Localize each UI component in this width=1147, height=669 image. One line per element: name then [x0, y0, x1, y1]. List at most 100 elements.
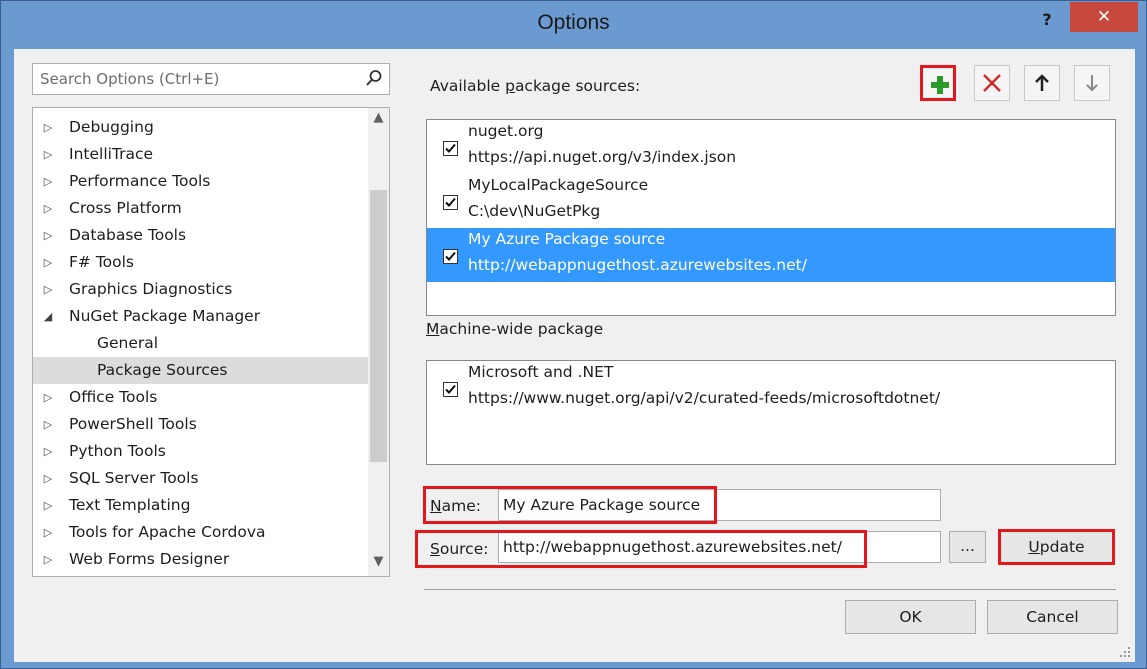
tree-item-label: Office Tools — [69, 388, 158, 406]
machine-wide-label: Machine-wide package — [426, 320, 604, 338]
expand-arrow-icon[interactable]: ▷ — [41, 465, 55, 492]
expand-arrow-icon[interactable]: ▷ — [41, 114, 55, 141]
tree-item-label: Package Sources — [97, 361, 228, 379]
tree-item[interactable]: ▷ Office Tools — [33, 384, 368, 411]
search-icon[interactable] — [365, 69, 383, 89]
title-bar[interactable]: Options ? ✕ — [1, 1, 1146, 50]
name-label: Name: — [430, 497, 481, 515]
expand-arrow-icon[interactable]: ▷ — [41, 519, 55, 546]
tree-item[interactable]: General — [33, 330, 368, 357]
source-url: http://webappnugethost.azurewebsites.net… — [468, 256, 807, 274]
source-checkbox[interactable] — [443, 382, 458, 397]
expand-arrow-icon[interactable]: ▷ — [41, 546, 55, 573]
tree-item[interactable]: ▷ F# Tools — [33, 249, 368, 276]
scroll-down-icon[interactable]: ▼ — [368, 554, 389, 574]
expand-arrow-icon[interactable]: ▷ — [41, 168, 55, 195]
update-button[interactable]: Update — [998, 529, 1115, 565]
tree-item[interactable]: ▷ Cross Platform — [33, 195, 368, 222]
move-down-button[interactable] — [1074, 65, 1110, 101]
tree-item[interactable]: ▷ IntelliTrace — [33, 141, 368, 168]
tree-item-label: F# Tools — [69, 253, 135, 271]
scroll-up-icon[interactable]: ▲ — [368, 110, 389, 130]
tree-item[interactable]: ▷ Database Tools — [33, 222, 368, 249]
browse-button[interactable]: ... — [949, 531, 986, 563]
options-tree[interactable]: ▷ Debugging ▷ IntelliTrace ▷ Performance Tool… — [32, 107, 390, 577]
source-list-item[interactable]: Microsoft and .NET https://www.nuget.org/… — [427, 361, 1115, 415]
name-field[interactable] — [498, 489, 941, 521]
expand-arrow-icon[interactable]: ▷ — [41, 249, 55, 276]
tree-item-label: Text Templating — [69, 496, 191, 514]
tree-item-label: PowerShell Tools — [69, 415, 197, 433]
available-sources-label: Available package sources: — [430, 77, 641, 95]
dialog-title: Options — [537, 11, 610, 34]
tree-item[interactable]: ◢ NuGet Package Manager — [33, 303, 368, 330]
source-checkbox[interactable] — [443, 249, 458, 264]
tree-item[interactable]: ▷ PowerShell Tools — [33, 411, 368, 438]
machine-wide-sources-list[interactable]: Microsoft and .NET https://www.nuget.org/… — [426, 360, 1116, 465]
move-down-icon — [1086, 75, 1098, 92]
search-input[interactable] — [33, 64, 353, 94]
source-list-item[interactable]: My Azure Package source http://webappnuge… — [427, 228, 1115, 282]
expand-arrow-icon[interactable]: ▷ — [41, 141, 55, 168]
tree-item-label: IntelliTrace — [69, 145, 154, 163]
tree-item[interactable]: ▷ Performance Tools — [33, 168, 368, 195]
tree-item[interactable]: ▷ SQL Server Tools — [33, 465, 368, 492]
tree-item-label: Cross Platform — [69, 199, 182, 217]
source-list-item[interactable]: MyLocalPackageSource C:\dev\NuGetPkg — [427, 174, 1115, 228]
tree-item[interactable]: ▷ Debugging — [33, 114, 368, 141]
source-field[interactable] — [498, 531, 941, 563]
dialog-client-area: ▷ Debugging ▷ IntelliTrace ▷ Performance Tool… — [14, 49, 1135, 662]
available-sources-list[interactable]: nuget.org https://api.nuget.org/v3/index.… — [426, 119, 1116, 316]
add-source-button[interactable] — [920, 65, 956, 101]
expand-arrow-icon[interactable]: ▷ — [41, 222, 55, 249]
tree-item[interactable]: ▷ Python Tools — [33, 438, 368, 465]
expand-arrow-icon[interactable]: ▷ — [41, 195, 55, 222]
tree-item[interactable]: ▷ Graphics Diagnostics — [33, 276, 368, 303]
ok-button[interactable]: OK — [845, 600, 976, 634]
tree-item-label: Performance Tools — [69, 172, 211, 190]
close-button[interactable]: ✕ — [1070, 2, 1138, 32]
options-dialog: Options ? ✕ ▷ Debugging ▷ IntelliTrace ▷ Perf… — [0, 0, 1147, 669]
tree-item-label: Database Tools — [69, 226, 187, 244]
scroll-thumb[interactable] — [370, 190, 387, 462]
source-name: Microsoft and .NET — [468, 363, 614, 381]
tree-item[interactable]: Package Sources — [33, 357, 368, 384]
tree-item-label: SQL Server Tools — [69, 469, 199, 487]
divider — [424, 589, 1116, 590]
source-url: https://www.nuget.org/api/v2/curated-fee… — [468, 389, 941, 407]
source-name: My Azure Package source — [468, 230, 666, 248]
cancel-button[interactable]: Cancel — [987, 600, 1118, 634]
source-name: nuget.org — [468, 122, 544, 140]
tree-item-label: Tools for Apache Cordova — [69, 523, 266, 541]
source-url: https://api.nuget.org/v3/index.json — [468, 148, 737, 166]
expand-arrow-icon[interactable]: ▷ — [41, 411, 55, 438]
source-url: C:\dev\NuGetPkg — [468, 202, 601, 220]
expand-arrow-icon[interactable]: ▷ — [41, 438, 55, 465]
source-checkbox[interactable] — [443, 141, 458, 156]
tree-item-label: Debugging — [69, 118, 154, 136]
help-button[interactable]: ? — [1033, 8, 1061, 36]
expand-arrow-icon[interactable]: ▷ — [41, 492, 55, 519]
tree-item-label: Graphics Diagnostics — [69, 280, 233, 298]
tree-item[interactable]: ▷ Web Forms Designer — [33, 546, 368, 573]
move-up-icon — [1035, 74, 1049, 91]
tree-item-label: General — [97, 334, 159, 352]
tree-item-label: NuGet Package Manager — [69, 307, 261, 325]
tree-scrollbar[interactable]: ▲ ▼ — [368, 108, 389, 576]
tree-item[interactable]: ▷ Tools for Apache Cordova — [33, 519, 368, 546]
expand-arrow-icon[interactable]: ▷ — [41, 276, 55, 303]
move-up-button[interactable] — [1024, 65, 1060, 101]
source-checkbox[interactable] — [443, 195, 458, 210]
add-icon — [931, 76, 949, 94]
source-label: Source: — [430, 540, 489, 558]
tree-item[interactable]: ▷ Text Templating — [33, 492, 368, 519]
tree-item-label: Python Tools — [69, 442, 166, 460]
source-list-item[interactable]: nuget.org https://api.nuget.org/v3/index.… — [427, 120, 1115, 174]
resize-grip-icon[interactable] — [1119, 646, 1131, 658]
remove-source-button[interactable] — [974, 65, 1010, 101]
collapse-arrow-icon[interactable]: ◢ — [41, 303, 55, 330]
expand-arrow-icon[interactable]: ▷ — [41, 384, 55, 411]
source-name: MyLocalPackageSource — [468, 176, 649, 194]
remove-icon — [983, 74, 1001, 92]
search-box — [32, 63, 390, 95]
